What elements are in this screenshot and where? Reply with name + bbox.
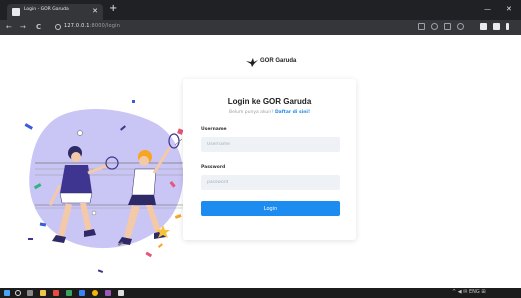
login-title: Login ke GOR Garuda bbox=[227, 97, 312, 106]
browser-toolbar: ← → C 127.0.0.1:8000/login bbox=[0, 20, 521, 35]
forward-button[interactable]: → bbox=[20, 22, 26, 32]
start-icon[interactable] bbox=[4, 290, 10, 296]
chrome-icon[interactable] bbox=[92, 290, 98, 296]
zoom-icon[interactable] bbox=[431, 23, 438, 30]
browser-tab[interactable]: Login - GOR Garuda ✕ bbox=[7, 4, 103, 20]
password-input[interactable] bbox=[201, 175, 340, 190]
browser-tab-bar: Login - GOR Garuda ✕ + — ✕ bbox=[0, 0, 521, 20]
translate-icon[interactable] bbox=[418, 23, 425, 30]
back-button[interactable]: ← bbox=[6, 22, 12, 32]
bookmark-star-icon[interactable] bbox=[457, 23, 464, 30]
app-icon-purple[interactable] bbox=[105, 290, 111, 296]
profile-icon[interactable] bbox=[493, 23, 500, 30]
share-icon[interactable] bbox=[444, 23, 451, 30]
url-path: :8000/login bbox=[89, 23, 121, 29]
menu-dots-icon[interactable] bbox=[506, 23, 509, 30]
app-icon-green[interactable] bbox=[66, 290, 72, 296]
system-tray[interactable]: ^ ◀ ✉ ENG ⊞ bbox=[452, 289, 486, 295]
page-content: GOR Garuda Login ke GOR Garuda Belum pun… bbox=[0, 35, 521, 288]
login-card: Login ke GOR Garuda Belum punya akun? Da… bbox=[183, 79, 356, 240]
username-label: Username bbox=[201, 127, 227, 132]
search-icon[interactable] bbox=[15, 290, 21, 296]
tab-close-icon[interactable]: ✕ bbox=[92, 6, 98, 16]
file-explorer-icon[interactable] bbox=[40, 290, 46, 296]
signup-prompt-text: Belum punya akun? bbox=[229, 110, 275, 115]
username-input[interactable] bbox=[201, 137, 340, 152]
extensions-icon[interactable] bbox=[480, 23, 487, 30]
signup-link[interactable]: Daftar di sini! bbox=[275, 110, 310, 115]
close-window-button[interactable]: ✕ bbox=[506, 4, 512, 14]
os-taskbar: ^ ◀ ✉ ENG ⊞ bbox=[0, 288, 521, 298]
task-view-icon[interactable] bbox=[27, 290, 33, 296]
app-icon-red[interactable] bbox=[53, 290, 59, 296]
signup-prompt: Belum punya akun? Daftar di sini! bbox=[183, 110, 356, 115]
url-host: 127.0.0.1 bbox=[64, 23, 90, 29]
tab-title: Login - GOR Garuda bbox=[24, 7, 69, 12]
address-bar[interactable]: 127.0.0.1:8000/login bbox=[64, 23, 120, 29]
password-label: Password bbox=[201, 165, 226, 170]
app-icon-blue[interactable] bbox=[79, 290, 85, 296]
new-tab-button[interactable]: + bbox=[109, 4, 117, 14]
logo-text: GOR Garuda bbox=[260, 58, 297, 64]
minimize-button[interactable]: — bbox=[484, 4, 491, 14]
badminton-illustration bbox=[24, 100, 185, 273]
garuda-bird-icon bbox=[246, 58, 258, 67]
login-button[interactable]: Login bbox=[201, 201, 340, 216]
app-icon-white[interactable] bbox=[118, 290, 124, 296]
site-info-icon[interactable] bbox=[55, 24, 61, 30]
reload-button[interactable]: C bbox=[36, 22, 41, 32]
favicon-icon bbox=[12, 8, 20, 16]
